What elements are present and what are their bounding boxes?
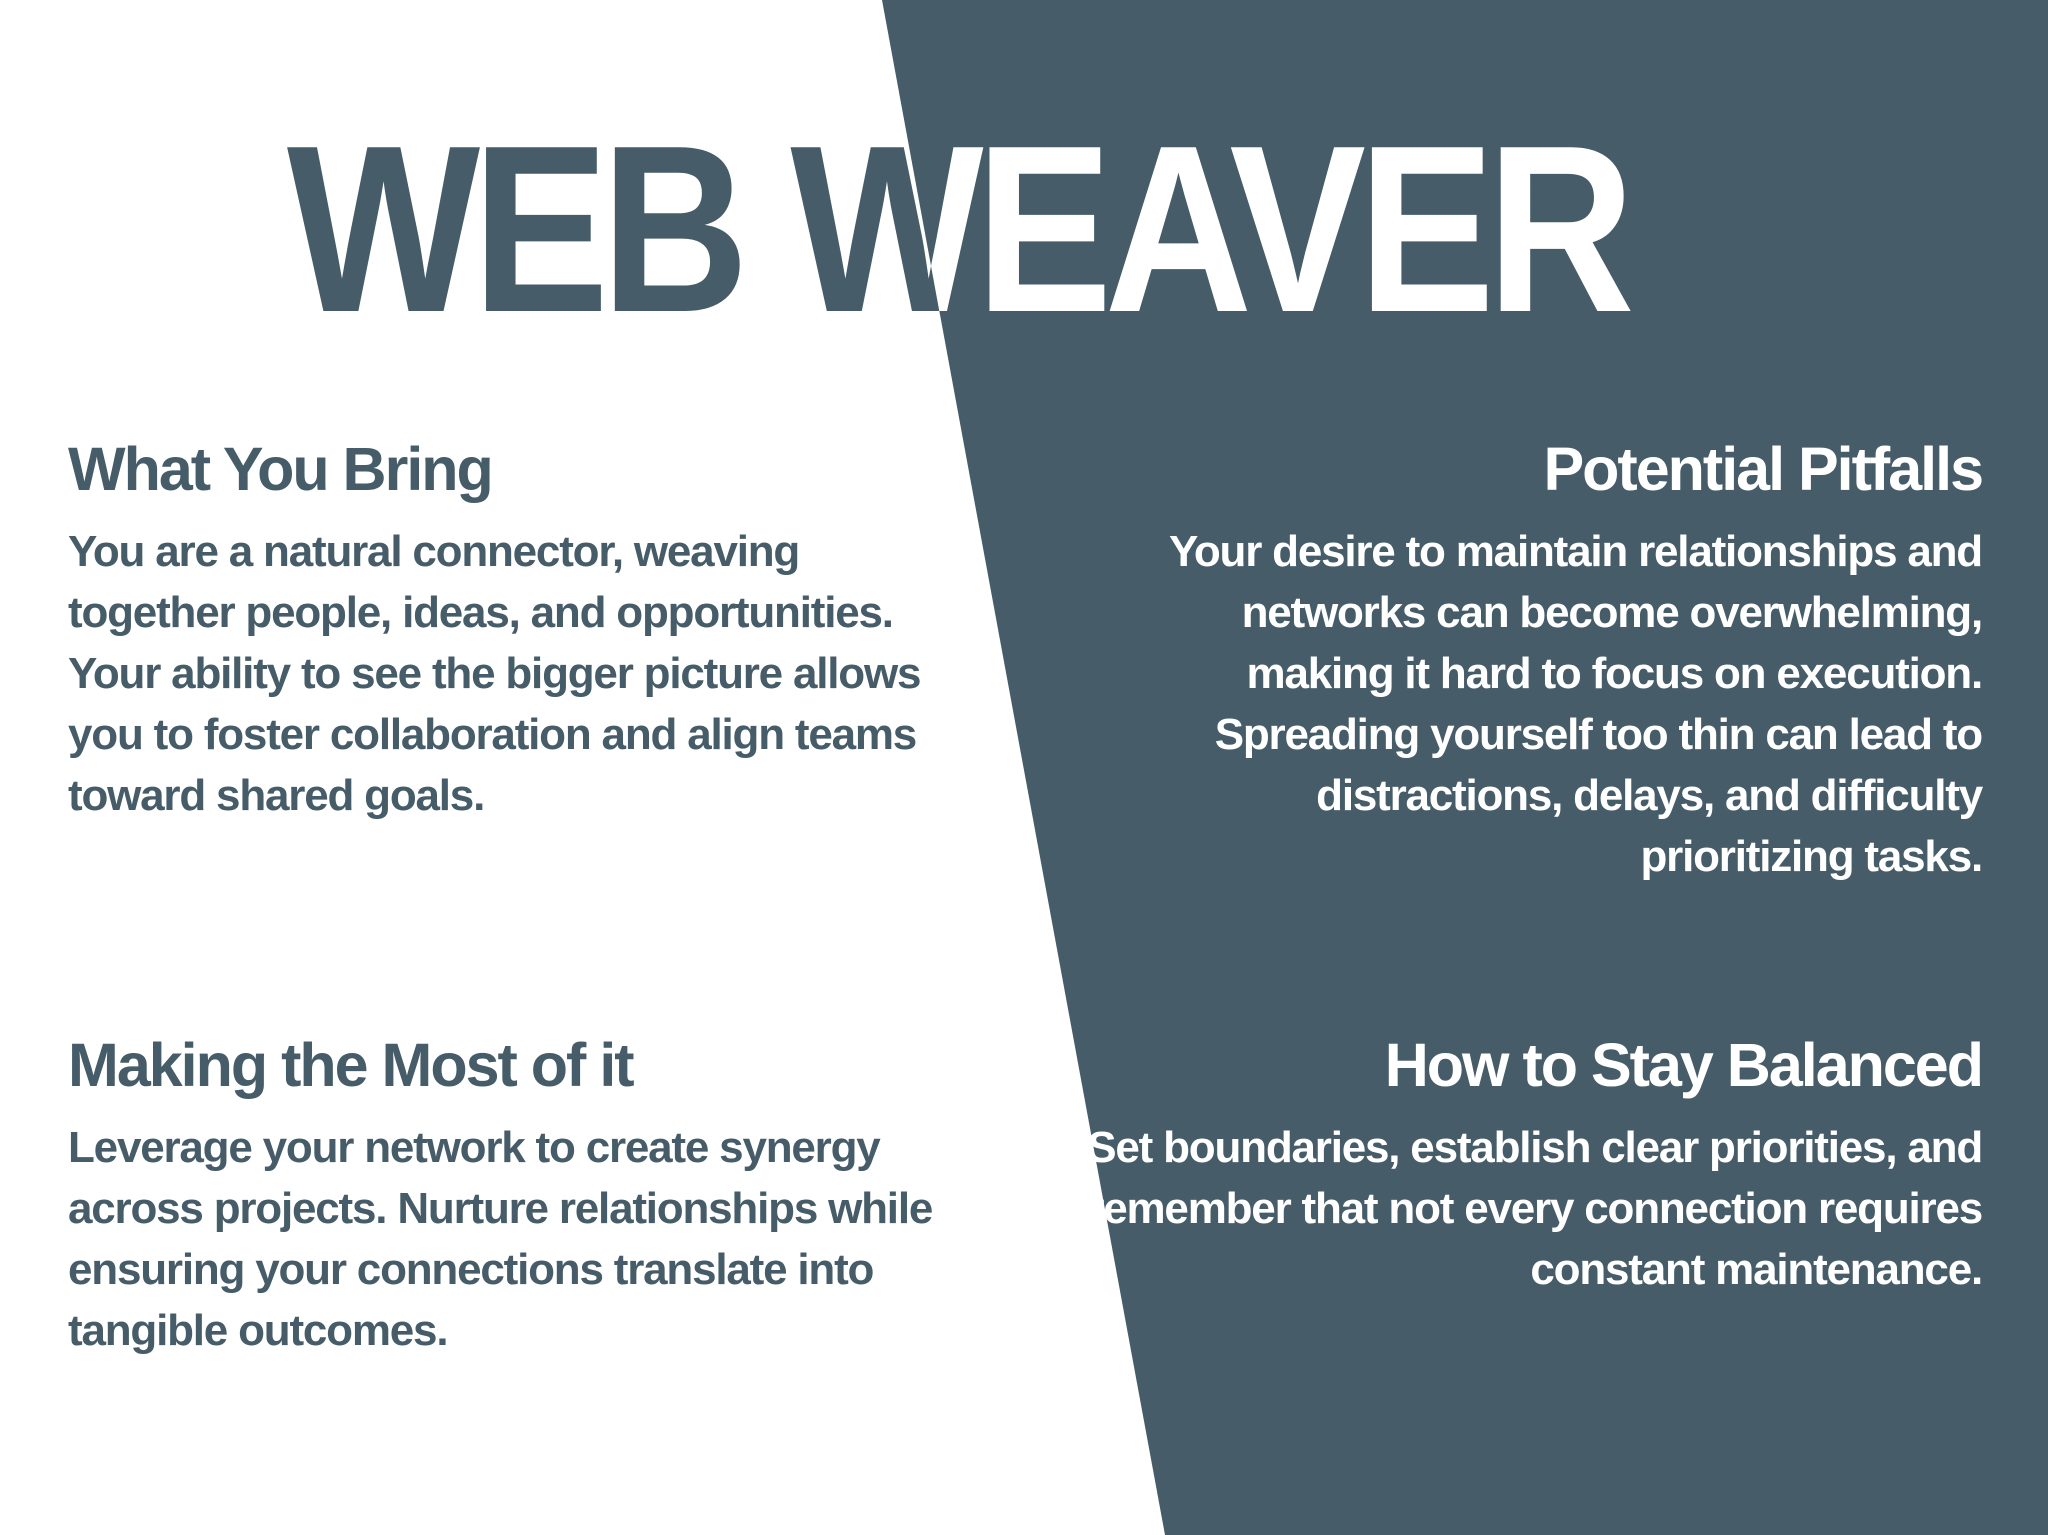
- stay-balanced-section: How to Stay Balanced Set boundaries, est…: [1062, 1031, 1984, 1300]
- making-the-most-body: Leverage your network to create synergy …: [68, 1123, 933, 1356]
- stay-balanced-heading: How to Stay Balanced: [1384, 1031, 1984, 1099]
- potential-pitfalls-heading: Potential Pitfalls: [1543, 435, 1984, 503]
- profile-card: WEB WEAVER WEB WEAVER What You Bring You…: [0, 0, 2048, 1535]
- stay-balanced-body: Set boundaries, establish clear prioriti…: [1087, 1123, 1983, 1295]
- title-text-dark: WEB WEAVER: [286, 97, 1628, 362]
- potential-pitfalls-body: Your desire to maintain relationships an…: [1168, 527, 1983, 882]
- making-the-most-heading: Making the Most of it: [68, 1031, 635, 1099]
- what-you-bring-heading: What You Bring: [68, 435, 494, 503]
- making-the-most-section: Making the Most of it Leverage your netw…: [68, 1031, 968, 1361]
- title-text-light: WEB WEAVER: [286, 97, 1635, 362]
- what-you-bring-section: What You Bring You are a natural connect…: [68, 435, 928, 826]
- what-you-bring-body: You are a natural connector, weaving tog…: [68, 527, 921, 821]
- potential-pitfalls-section: Potential Pitfalls Your desire to mainta…: [1102, 435, 1984, 887]
